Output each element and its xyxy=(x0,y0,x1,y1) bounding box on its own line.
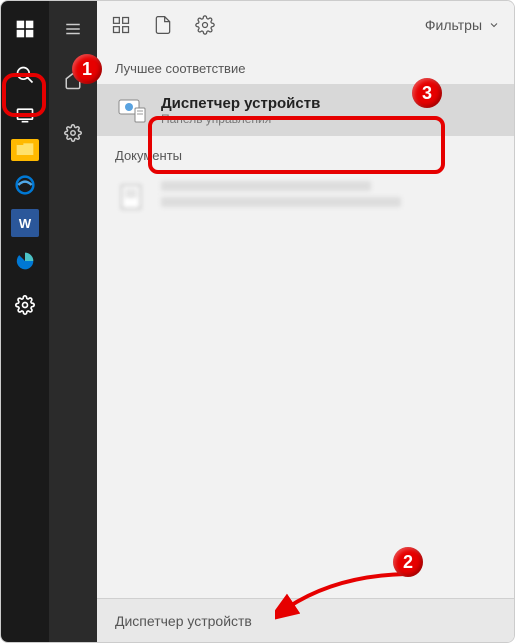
search-taskbar-icon[interactable] xyxy=(9,59,41,91)
filters-label: Фильтры xyxy=(425,17,482,33)
document-result[interactable] xyxy=(97,171,514,223)
best-match-heading: Лучшее соответствие xyxy=(97,49,514,84)
annotation-badge-2: 2 xyxy=(393,547,423,577)
search-input[interactable] xyxy=(115,613,496,629)
documents-heading: Документы xyxy=(97,136,514,171)
document-icon xyxy=(115,181,147,213)
settings-taskbar-icon[interactable] xyxy=(9,289,41,321)
file-explorer-icon[interactable] xyxy=(11,139,39,161)
windows-taskbar: W xyxy=(1,1,49,642)
best-match-result[interactable]: Диспетчер устройств Панель управления xyxy=(97,84,514,136)
blurred-text xyxy=(161,181,371,191)
documents-filter-icon[interactable] xyxy=(153,15,173,35)
edge-chromium-icon[interactable] xyxy=(9,245,41,277)
gear-icon[interactable] xyxy=(57,117,89,149)
filters-dropdown[interactable]: Фильтры xyxy=(425,17,500,33)
apps-filter-icon[interactable] xyxy=(111,15,131,35)
annotation-badge-3: 3 xyxy=(412,78,442,108)
task-view-icon[interactable] xyxy=(9,99,41,131)
blurred-text xyxy=(161,197,401,207)
edge-legacy-icon[interactable] xyxy=(9,169,41,201)
start-button[interactable] xyxy=(9,13,41,45)
device-manager-icon xyxy=(115,94,147,126)
settings-filter-icon[interactable] xyxy=(195,15,215,35)
annotation-badge-1: 1 xyxy=(72,54,102,84)
hamburger-icon[interactable] xyxy=(57,13,89,45)
word-icon[interactable]: W xyxy=(11,209,39,237)
search-results-panel: Фильтры Лучшее соответствие Диспетчер ус… xyxy=(97,1,514,642)
result-subtitle: Панель управления xyxy=(161,112,320,126)
result-title: Диспетчер устройств xyxy=(161,95,320,112)
start-menu-rail xyxy=(49,1,97,642)
search-input-bar xyxy=(97,598,514,642)
panel-header: Фильтры xyxy=(97,1,514,49)
word-label: W xyxy=(19,216,31,231)
chevron-down-icon xyxy=(488,19,500,31)
